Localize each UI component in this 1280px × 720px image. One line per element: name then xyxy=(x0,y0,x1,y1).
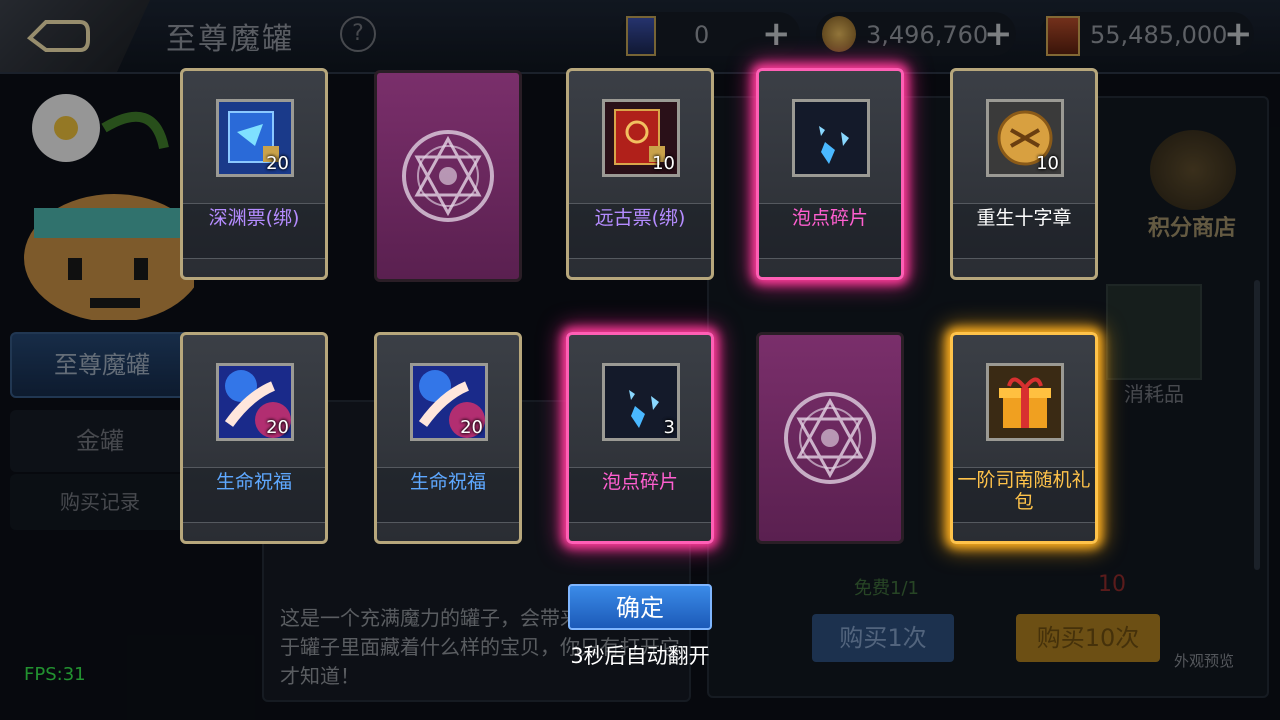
item-name: 生命祝福 xyxy=(409,471,486,493)
rebirth-cross-medal-icon: 10 xyxy=(986,99,1064,177)
ancient-ticket-icon: 10 xyxy=(602,99,680,177)
life-blessing-icon: 20 xyxy=(410,363,488,441)
card-back-sigil-icon xyxy=(784,392,876,484)
reward-card-facedown[interactable] xyxy=(374,70,522,282)
item-name: 深渊票(绑) xyxy=(208,207,300,229)
abyss-ticket-icon: 20 xyxy=(216,99,294,177)
reward-card[interactable]: 10 重生十字章 xyxy=(950,68,1098,280)
item-name: 生命祝福 xyxy=(215,471,292,493)
reward-card[interactable]: 3 泡点碎片 xyxy=(566,332,714,544)
item-quantity: 20 xyxy=(460,417,483,438)
item-quantity: 3 xyxy=(663,417,675,438)
crystal-fragment-icon xyxy=(792,99,870,177)
item-name: 一阶司南随机礼包 xyxy=(957,469,1091,513)
item-name: 远古票(绑) xyxy=(594,207,686,229)
item-quantity: 10 xyxy=(652,153,675,174)
item-quantity: 10 xyxy=(1036,153,1059,174)
auto-flip-countdown: 3秒后自动翻开 xyxy=(570,644,710,668)
item-name: 泡点碎片 xyxy=(601,471,678,493)
confirm-button[interactable]: 确定 xyxy=(568,584,712,630)
reward-card[interactable]: 一阶司南随机礼包 xyxy=(950,332,1098,544)
item-name: 泡点碎片 xyxy=(791,207,868,229)
reward-card[interactable]: 20 生命祝福 xyxy=(374,332,522,544)
item-quantity: 20 xyxy=(266,417,289,438)
reward-card[interactable]: 泡点碎片 xyxy=(756,68,904,280)
reward-card-facedown[interactable] xyxy=(756,332,904,544)
reward-card[interactable]: 20 生命祝福 xyxy=(180,332,328,544)
card-back-sigil-icon xyxy=(402,130,494,222)
life-blessing-icon: 20 xyxy=(216,363,294,441)
item-quantity: 20 xyxy=(266,153,289,174)
gift-box-icon xyxy=(986,363,1064,441)
reward-card[interactable]: 10 远古票(绑) xyxy=(566,68,714,280)
item-name: 重生十字章 xyxy=(976,207,1072,229)
reward-card[interactable]: 20 深渊票(绑) xyxy=(180,68,328,280)
crystal-fragment-icon: 3 xyxy=(602,363,680,441)
